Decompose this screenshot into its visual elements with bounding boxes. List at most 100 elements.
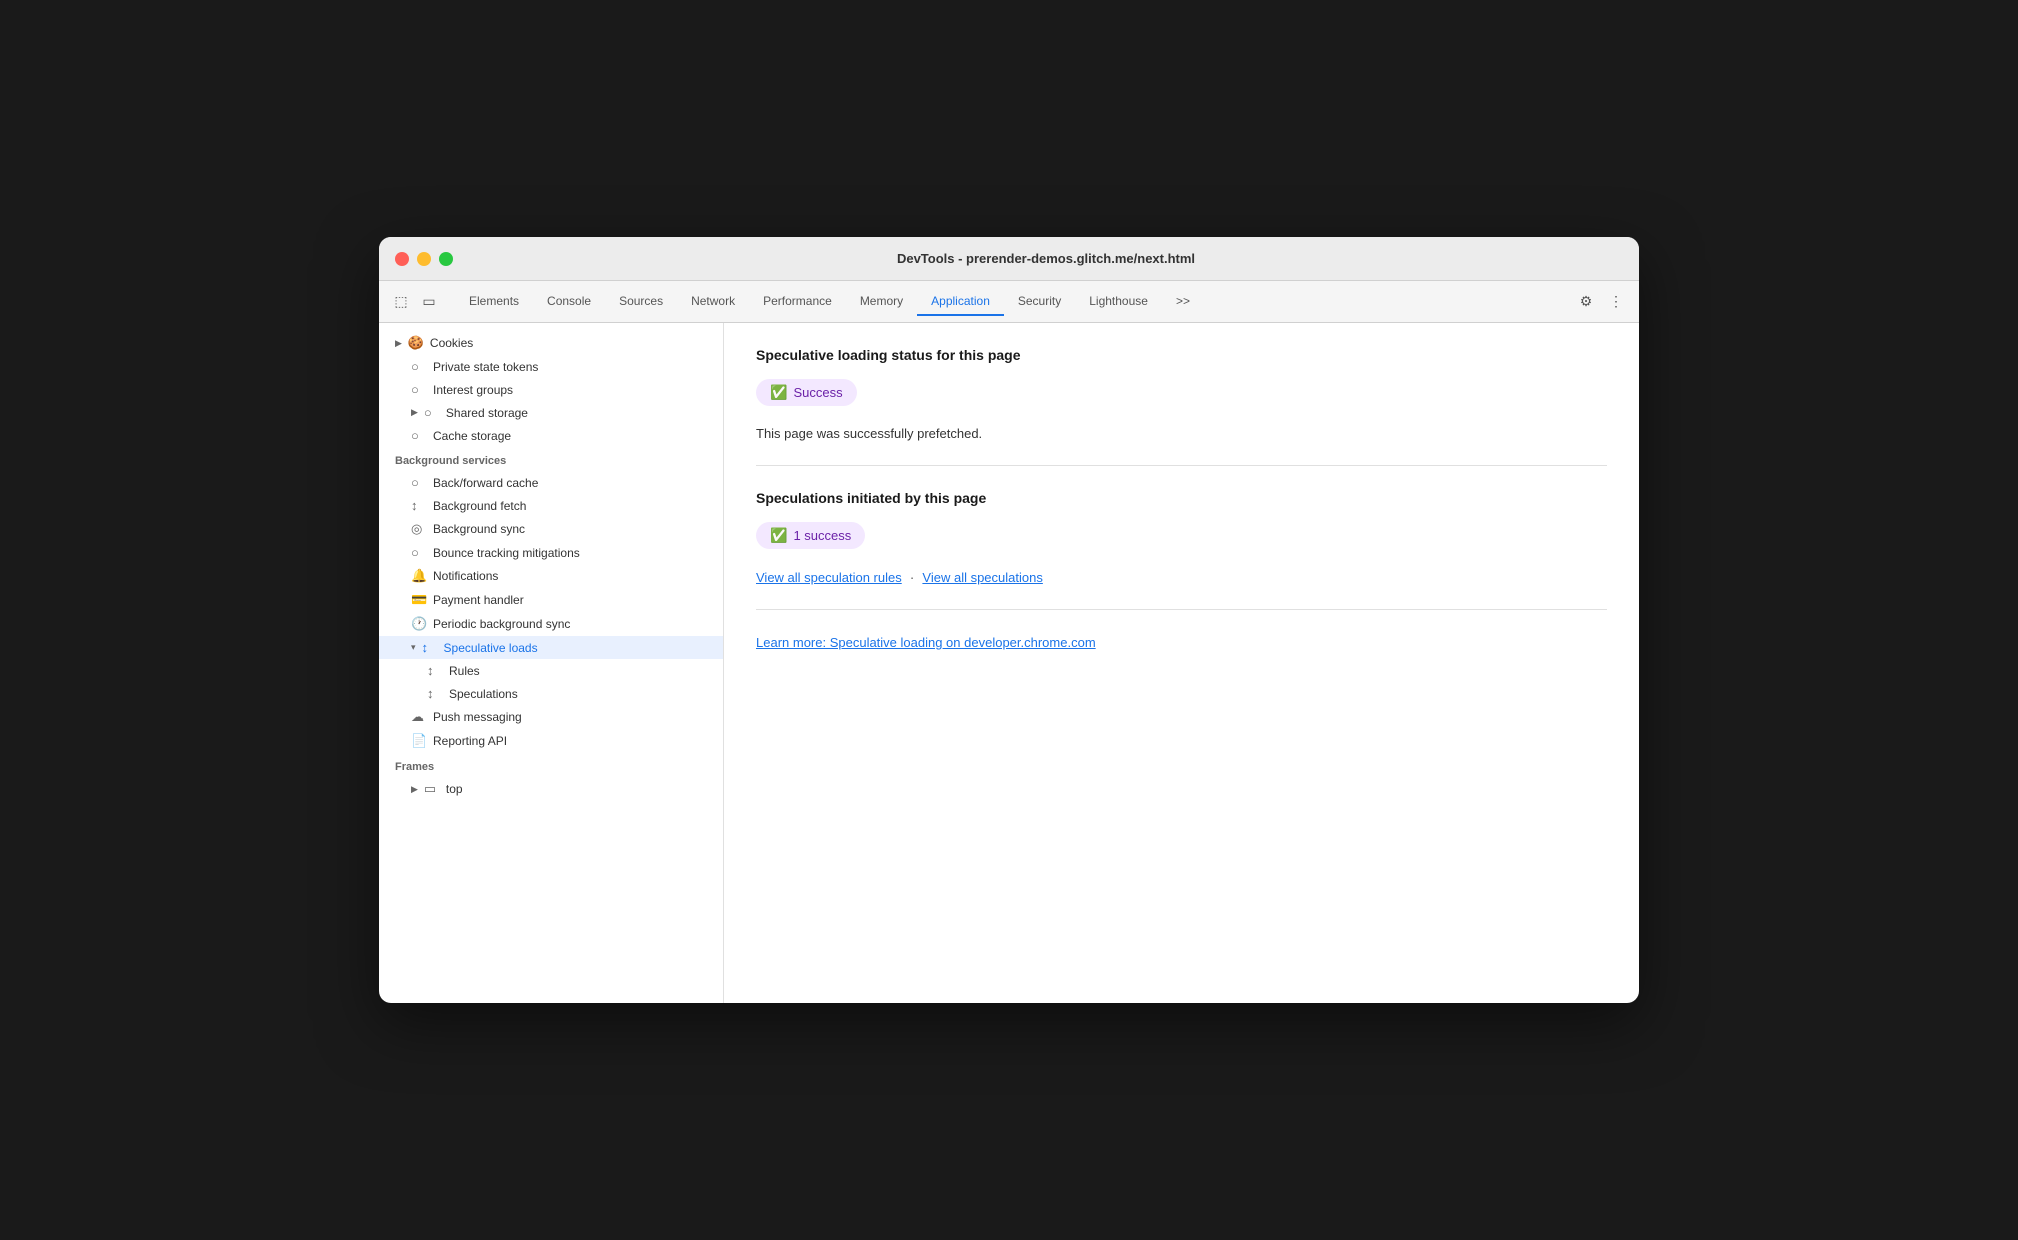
sidebar-label-reporting-api: Reporting API <box>433 734 507 748</box>
sidebar-label-private-state-tokens: Private state tokens <box>433 360 538 374</box>
main-content: ▶ 🍪 Cookies ○ Private state tokens ○ Int… <box>379 323 1639 1003</box>
device-icon[interactable]: ▭ <box>419 292 439 312</box>
view-all-speculation-rules-link[interactable]: View all speculation rules <box>756 570 902 585</box>
sidebar-section-background: Background services <box>379 447 723 471</box>
sidebar-label-background-fetch: Background fetch <box>433 499 526 513</box>
sidebar-label-rules: Rules <box>449 664 480 678</box>
db-icon-5: ○ <box>411 475 427 490</box>
sidebar-item-interest-groups[interactable]: ○ Interest groups <box>379 378 723 401</box>
tab-sources[interactable]: Sources <box>605 288 677 316</box>
settings-icon[interactable]: ⚙ <box>1575 291 1597 313</box>
sidebar-item-cache-storage[interactable]: ○ Cache storage <box>379 424 723 447</box>
title-bar: DevTools - prerender-demos.glitch.me/nex… <box>379 237 1639 281</box>
sidebar-item-background-fetch[interactable]: ↕ Background fetch <box>379 494 723 517</box>
db-icon: ○ <box>411 359 427 374</box>
tab-console[interactable]: Console <box>533 288 605 316</box>
speculation-links: View all speculation rules · View all sp… <box>756 569 1607 585</box>
tab-security[interactable]: Security <box>1004 288 1075 316</box>
arrow-icon-3: ↕ <box>427 663 443 678</box>
circle-icon: ◎ <box>411 521 427 537</box>
success-badge: ✅ Success <box>756 379 857 406</box>
db-icon-2: ○ <box>411 382 427 397</box>
panel: Speculative loading status for this page… <box>724 323 1639 1003</box>
sidebar-item-notifications[interactable]: 🔔 Notifications <box>379 564 723 588</box>
sidebar-label-payment-handler: Payment handler <box>433 593 524 607</box>
speculations-badge-label: 1 success <box>793 528 851 543</box>
toolbar-icon-group: ⬚ ▭ <box>391 292 439 312</box>
maximize-button[interactable] <box>439 252 453 266</box>
arrow-icon-4: ↕ <box>427 686 443 701</box>
view-all-speculations-link[interactable]: View all speculations <box>922 570 1042 585</box>
tab-application[interactable]: Application <box>917 288 1004 316</box>
sidebar-item-background-sync[interactable]: ◎ Background sync <box>379 517 723 541</box>
sidebar-item-cookies[interactable]: ▶ 🍪 Cookies <box>379 331 723 355</box>
tab-network[interactable]: Network <box>677 288 749 316</box>
badge-label: Success <box>793 385 842 400</box>
sidebar-label-push-messaging: Push messaging <box>433 710 522 724</box>
card-icon: 💳 <box>411 592 427 608</box>
db-icon-6: ○ <box>411 545 427 560</box>
sidebar-item-shared-storage[interactable]: ▶ ○ Shared storage <box>379 401 723 424</box>
chevron-right-icon-3: ▶ <box>411 784 418 795</box>
file-icon: 📄 <box>411 733 427 749</box>
sidebar-item-periodic-bg-sync[interactable]: 🕐 Periodic background sync <box>379 612 723 636</box>
sidebar-label-speculations: Speculations <box>449 687 518 701</box>
cookie-icon: 🍪 <box>408 335 424 351</box>
sidebar-label-notifications: Notifications <box>433 569 498 583</box>
checkmark-icon: ✅ <box>770 384 787 401</box>
sidebar-item-back-forward-cache[interactable]: ○ Back/forward cache <box>379 471 723 494</box>
sidebar-item-reporting-api[interactable]: 📄 Reporting API <box>379 729 723 753</box>
tab-more[interactable]: >> <box>1162 288 1204 316</box>
status-description: This page was successfully prefetched. <box>756 426 1607 441</box>
sidebar-item-rules[interactable]: ↕ Rules <box>379 659 723 682</box>
learn-more-section: Learn more: Speculative loading on devel… <box>756 634 1607 676</box>
sidebar-label-cache-storage: Cache storage <box>433 429 511 443</box>
sidebar-label-cookies: Cookies <box>430 336 473 350</box>
sidebar-label-back-forward-cache: Back/forward cache <box>433 476 538 490</box>
sidebar-label-interest-groups: Interest groups <box>433 383 513 397</box>
speculations-badge: ✅ 1 success <box>756 522 865 549</box>
traffic-lights <box>395 252 453 266</box>
devtools-window: DevTools - prerender-demos.glitch.me/nex… <box>379 237 1639 1003</box>
learn-more-link[interactable]: Learn more: Speculative loading on devel… <box>756 635 1096 650</box>
checkmark-icon-2: ✅ <box>770 527 787 544</box>
more-icon[interactable]: ⋮ <box>1605 291 1627 313</box>
sidebar-label-bounce-tracking: Bounce tracking mitigations <box>433 546 580 560</box>
toolbar-right: ⚙ ⋮ <box>1575 291 1627 313</box>
db-icon-3: ○ <box>424 405 440 420</box>
sidebar-label-background-sync: Background sync <box>433 522 525 536</box>
clock-icon: 🕐 <box>411 616 427 632</box>
minimize-button[interactable] <box>417 252 431 266</box>
sidebar-label-speculative-loads: Speculative loads <box>444 641 538 655</box>
chevron-right-icon: ▶ <box>395 338 402 349</box>
inspect-icon[interactable]: ⬚ <box>391 292 411 312</box>
sidebar-section-frames: Frames <box>379 753 723 777</box>
sidebar-label-top-frame: top <box>446 782 463 796</box>
tab-memory[interactable]: Memory <box>846 288 917 316</box>
sidebar-item-bounce-tracking[interactable]: ○ Bounce tracking mitigations <box>379 541 723 564</box>
close-button[interactable] <box>395 252 409 266</box>
speculative-loading-status-section: Speculative loading status for this page… <box>756 347 1607 466</box>
sidebar-item-push-messaging[interactable]: ☁ Push messaging <box>379 705 723 729</box>
tab-lighthouse[interactable]: Lighthouse <box>1075 288 1162 316</box>
sidebar-item-payment-handler[interactable]: 💳 Payment handler <box>379 588 723 612</box>
toolbar-tabs: Elements Console Sources Network Perform… <box>455 288 1571 316</box>
separator: · <box>910 569 915 585</box>
sidebar-item-top-frame[interactable]: ▶ ▭ top <box>379 777 723 801</box>
sidebar-item-speculations[interactable]: ↕ Speculations <box>379 682 723 705</box>
tab-performance[interactable]: Performance <box>749 288 846 316</box>
speculations-initiated-section: Speculations initiated by this page ✅ 1 … <box>756 490 1607 610</box>
sidebar-item-speculative-loads[interactable]: ▾ ↕ Speculative loads <box>379 636 723 659</box>
arrow-icon: ↕ <box>411 498 427 513</box>
sidebar-label-shared-storage: Shared storage <box>446 406 528 420</box>
speculations-initiated-title: Speculations initiated by this page <box>756 490 1607 506</box>
tab-elements[interactable]: Elements <box>455 288 533 316</box>
window-title: DevTools - prerender-demos.glitch.me/nex… <box>469 251 1623 266</box>
db-icon-4: ○ <box>411 428 427 443</box>
chevron-down-icon: ▾ <box>411 642 416 653</box>
sidebar-item-private-state-tokens[interactable]: ○ Private state tokens <box>379 355 723 378</box>
arrow-icon-2: ↕ <box>422 640 438 655</box>
frame-icon: ▭ <box>424 781 440 797</box>
sidebar-label-periodic-bg-sync: Periodic background sync <box>433 617 570 631</box>
toolbar: ⬚ ▭ Elements Console Sources Network Per… <box>379 281 1639 323</box>
